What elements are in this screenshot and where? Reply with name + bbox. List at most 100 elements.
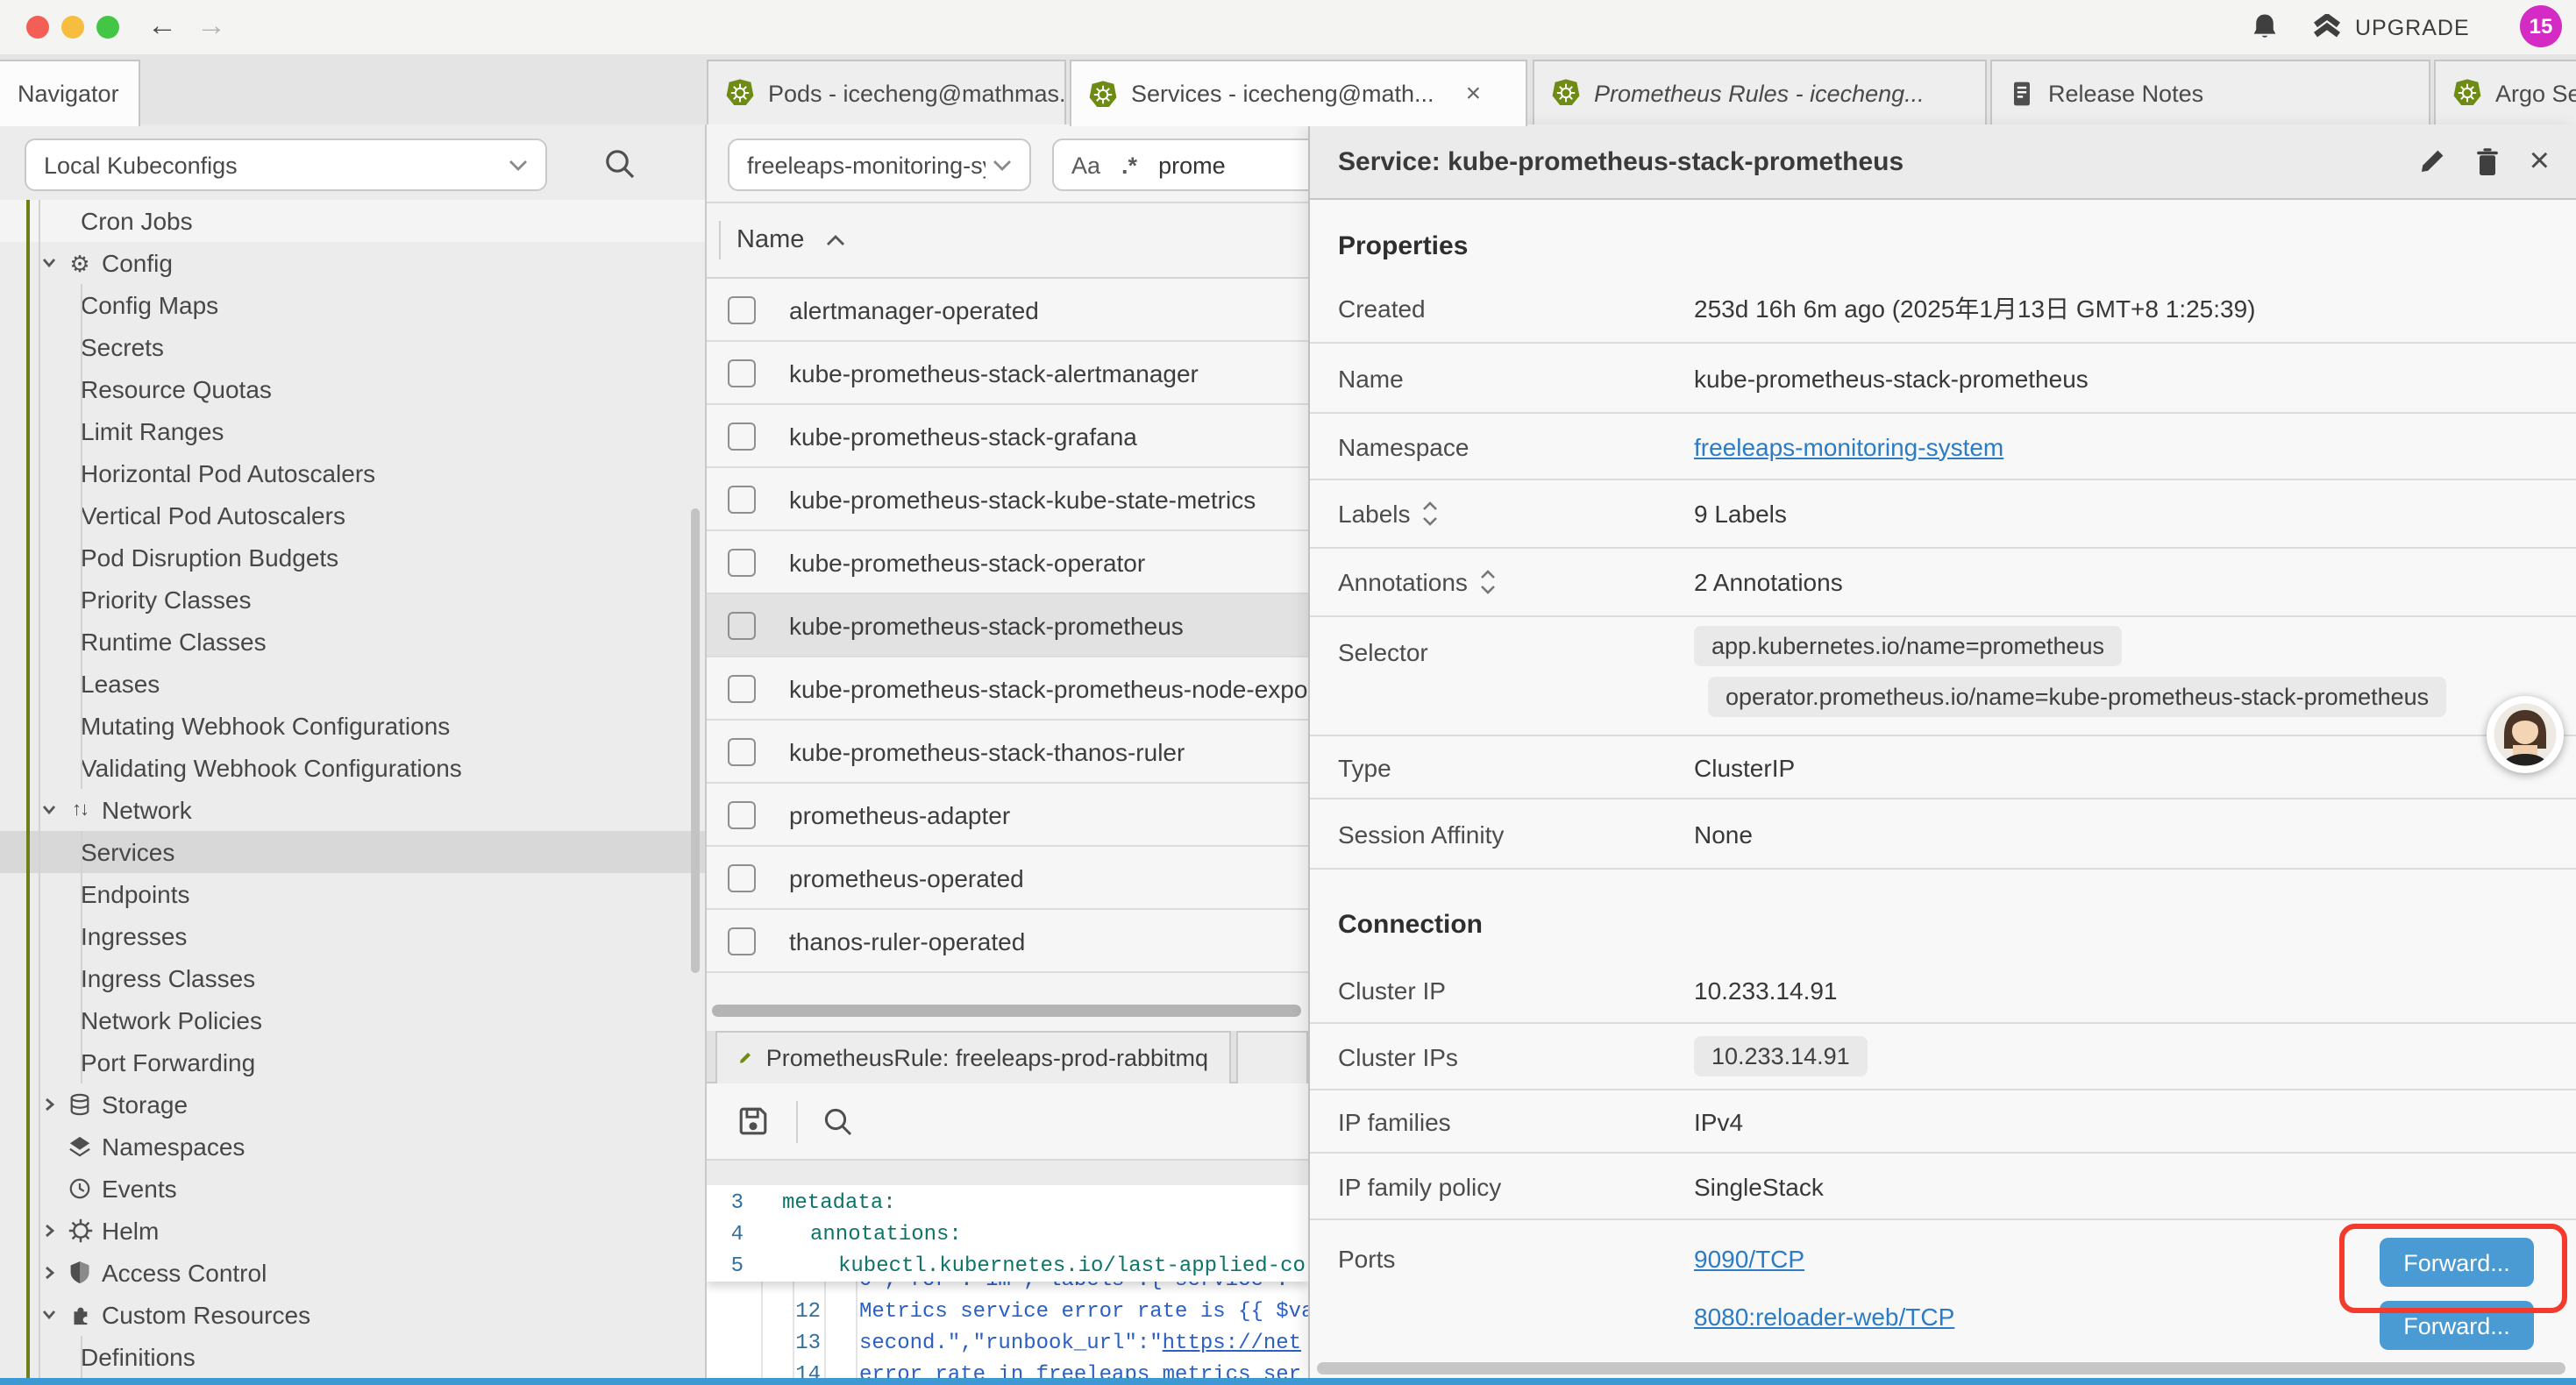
sidebar-item-horizontal-pod-autoscalers[interactable]: Horizontal Pod Autoscalers (0, 452, 707, 494)
chevron-right-icon[interactable] (40, 1096, 58, 1113)
table-row[interactable]: prometheus-adapter (707, 784, 1308, 847)
notification-count-badge[interactable]: 15 (2520, 5, 2562, 47)
table-row[interactable]: kube-prometheus-stack-kube-state-metrics (707, 468, 1308, 531)
sidebar-item-secrets[interactable]: Secrets (0, 326, 707, 368)
sidebar-item-limit-ranges[interactable]: Limit Ranges (0, 410, 707, 452)
sidebar-item-definitions[interactable]: Definitions (0, 1336, 707, 1378)
chevron-right-icon[interactable] (40, 1264, 58, 1282)
match-case-icon[interactable]: Aa (1071, 152, 1100, 178)
sidebar-item-priority-classes[interactable]: Priority Classes (0, 579, 707, 621)
sidebar-item-ingresses[interactable]: Ingresses (0, 915, 707, 957)
tab-prometheus-rules[interactable]: Prometheus Rules - icecheng... (1533, 60, 1987, 124)
sidebar-item-events[interactable]: Events (0, 1168, 707, 1210)
sidebar-item-helm[interactable]: Helm (0, 1210, 707, 1252)
port-link-8080[interactable]: 8080:reloader-web/TCP (1694, 1303, 1954, 1331)
sidebar-item-vertical-pod-autoscalers[interactable]: Vertical Pod Autoscalers (0, 494, 707, 536)
sidebar-item-storage[interactable]: Storage (0, 1083, 707, 1126)
code-link[interactable]: https://net (1163, 1331, 1301, 1355)
tab-pods[interactable]: Pods - icecheng@mathmas... (707, 60, 1066, 124)
sidebar-item-cron-jobs[interactable]: Cron Jobs (0, 200, 707, 242)
expand-toggle-icon[interactable] (1480, 570, 1496, 594)
row-checkbox[interactable] (728, 611, 756, 639)
sidebar-item-ingress-classes[interactable]: Ingress Classes (0, 957, 707, 999)
table-row[interactable]: kube-prometheus-stack-alertmanager (707, 342, 1308, 405)
editor-tab-partial[interactable] (1236, 1031, 1308, 1083)
item-label: Validating Webhook Configurations (81, 754, 462, 782)
row-checkbox[interactable] (728, 737, 756, 765)
tab-services[interactable]: Services - icecheng@math... × (1070, 60, 1527, 126)
tab-bar: Navigator Pods - icecheng@mathmas... Ser… (0, 54, 2576, 126)
table-row[interactable]: thanos-ruler-operated (707, 910, 1308, 973)
tab-argo[interactable]: Argo Se (2434, 60, 2576, 124)
table-row[interactable]: prometheus-operated (707, 847, 1308, 910)
row-checkbox[interactable] (728, 485, 756, 513)
chevron-down-icon[interactable] (40, 254, 58, 272)
tab-navigator[interactable]: Navigator (0, 60, 140, 126)
drawer-horizontal-scrollbar[interactable] (1317, 1362, 2565, 1374)
table-row-selected[interactable]: kube-prometheus-stack-prometheus (707, 594, 1308, 657)
sidebar-item-config[interactable]: ⚙ Config (0, 242, 707, 284)
kubeconfig-select[interactable]: Local Kubeconfigs (25, 138, 547, 191)
name-column-header[interactable]: Name (737, 226, 804, 254)
sidebar-scrollbar[interactable] (691, 508, 700, 973)
sidebar-item-endpoints[interactable]: Endpoints (0, 873, 707, 915)
edit-pencil-icon[interactable] (2419, 147, 2447, 175)
row-checkbox[interactable] (728, 800, 756, 828)
search-input[interactable]: Aa .* prome (1052, 138, 1308, 191)
row-checkbox[interactable] (728, 295, 756, 323)
sidebar-item-runtime-classes[interactable]: Runtime Classes (0, 621, 707, 663)
forward-icon[interactable]: → (196, 7, 226, 46)
row-checkbox[interactable] (728, 422, 756, 450)
table-row[interactable]: kube-prometheus-stack-thanos-ruler (707, 721, 1308, 784)
sidebar-item-custom-resources[interactable]: Custom Resources (0, 1294, 707, 1336)
window-minimize-button[interactable] (61, 16, 84, 39)
horizontal-scrollbar[interactable] (712, 1005, 1301, 1017)
upgrade-button[interactable]: UPGRADE (2311, 14, 2470, 40)
trash-icon[interactable] (2475, 146, 2501, 176)
table-row[interactable]: kube-prometheus-stack-prometheus-node-ex… (707, 657, 1308, 721)
namespace-link[interactable]: freeleaps-monitoring-system (1694, 432, 2003, 460)
sidebar-item-validating-webhook-configurations[interactable]: Validating Webhook Configurations (0, 747, 707, 789)
save-icon[interactable] (737, 1104, 770, 1138)
row-checkbox[interactable] (728, 674, 756, 702)
port-link-9090[interactable]: 9090/TCP (1694, 1245, 1954, 1273)
tab-close-icon[interactable]: × (1466, 79, 1482, 109)
chevron-right-icon[interactable] (40, 1222, 58, 1239)
regex-icon[interactable]: .* (1121, 152, 1137, 178)
sidebar-item-resource-quotas[interactable]: Resource Quotas (0, 368, 707, 410)
table-row[interactable]: kube-prometheus-stack-grafana (707, 405, 1308, 468)
chevron-down-icon[interactable] (40, 801, 58, 819)
row-checkbox[interactable] (728, 927, 756, 955)
table-row[interactable]: alertmanager-operated (707, 279, 1308, 342)
namespace-select[interactable]: freeleaps-monitoring-system (728, 138, 1031, 191)
sidebar-item-namespaces[interactable]: Namespaces (0, 1126, 707, 1168)
notifications-bell-icon[interactable] (2250, 12, 2280, 42)
yaml-editor[interactable]: 0","for":"1m","labels":{"service":" 12Me… (707, 1185, 1308, 1378)
editor-search-icon[interactable] (822, 1105, 854, 1137)
close-icon[interactable]: × (2530, 147, 2550, 175)
sidebar-item-services[interactable]: Services (0, 831, 707, 873)
editor-tab-prometheusrule[interactable]: PrometheusRule: freeleaps-prod-rabbitmq (715, 1031, 1231, 1083)
window-close-button[interactable] (26, 16, 49, 39)
expand-toggle-icon[interactable] (1423, 501, 1439, 526)
window-zoom-button[interactable] (96, 16, 119, 39)
sidebar-item-config-maps[interactable]: Config Maps (0, 284, 707, 326)
tab-release-notes[interactable]: Release Notes (1990, 60, 2430, 124)
sidebar-item-pod-disruption-budgets[interactable]: Pod Disruption Budgets (0, 536, 707, 579)
sidebar-item-mutating-webhook-configurations[interactable]: Mutating Webhook Configurations (0, 705, 707, 747)
row-checkbox[interactable] (728, 548, 756, 576)
sidebar-item-network-policies[interactable]: Network Policies (0, 999, 707, 1041)
sidebar-item-network[interactable]: ↑↓ Network (0, 789, 707, 831)
row-checkbox[interactable] (728, 863, 756, 891)
back-icon[interactable]: ← (147, 7, 177, 46)
table-row[interactable]: kube-prometheus-stack-operator (707, 531, 1308, 594)
sort-ascending-icon[interactable] (825, 234, 844, 246)
sidebar-item-leases[interactable]: Leases (0, 663, 707, 705)
sidebar-item-port-forwarding[interactable]: Port Forwarding (0, 1041, 707, 1083)
row-checkbox[interactable] (728, 359, 756, 387)
service-name: kube-prometheus-stack-kube-state-metrics (789, 485, 1256, 513)
chevron-down-icon[interactable] (40, 1306, 58, 1324)
user-avatar[interactable] (2487, 696, 2564, 773)
sidebar-search-icon[interactable] (603, 147, 637, 181)
sidebar-item-access-control[interactable]: Access Control (0, 1252, 707, 1294)
